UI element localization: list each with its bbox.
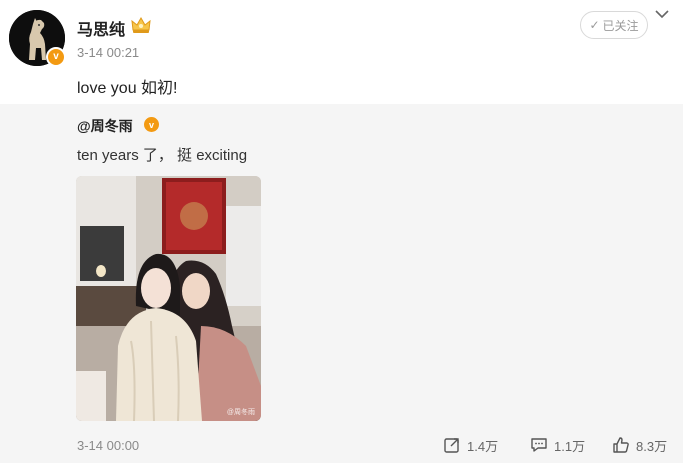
post-timestamp[interactable]: 3-14 00:21 [77, 45, 139, 60]
follow-label: 已关注 [602, 18, 639, 33]
repost-photo[interactable]: @周冬雨 [76, 176, 261, 421]
chevron-down-icon[interactable] [654, 8, 670, 20]
repost-button[interactable]: 1.4万 [443, 435, 498, 455]
image-watermark: @周冬雨 [226, 409, 255, 416]
post-text: love you 如初! [77, 80, 178, 97]
repost-card[interactable]: @周冬雨 v ten years 了， 挺 exciting @周冬雨 3-14… [0, 104, 683, 463]
repost-verified-badge: v [144, 117, 159, 132]
comment-count: 1.1万 [554, 438, 586, 454]
like-icon [613, 437, 629, 453]
comment-icon [531, 438, 547, 452]
comment-button[interactable]: 1.1万 [530, 435, 585, 455]
repost-icon [444, 438, 459, 453]
repost-count: 1.4万 [467, 438, 499, 454]
verified-badge: v [46, 47, 66, 67]
repost-author[interactable]: @周冬雨 [77, 116, 133, 136]
follow-button[interactable]: ✓ 已关注 [580, 11, 648, 39]
repost-timestamp[interactable]: 3-14 00:00 [77, 438, 139, 453]
crown-icon [131, 16, 151, 33]
author-avatar[interactable]: v [9, 10, 66, 67]
repost-text: ten years 了， 挺 exciting [77, 147, 248, 164]
post-header: v 马思纯 3-14 00:21 ✓ 已关注 love you 如初! [0, 0, 683, 104]
like-button[interactable]: 8.3万 [612, 435, 667, 455]
like-count: 8.3万 [636, 438, 668, 454]
check-icon: ✓ [589, 18, 600, 32]
author-name[interactable]: 马思纯 [77, 16, 125, 40]
photo-illustration [76, 176, 261, 421]
